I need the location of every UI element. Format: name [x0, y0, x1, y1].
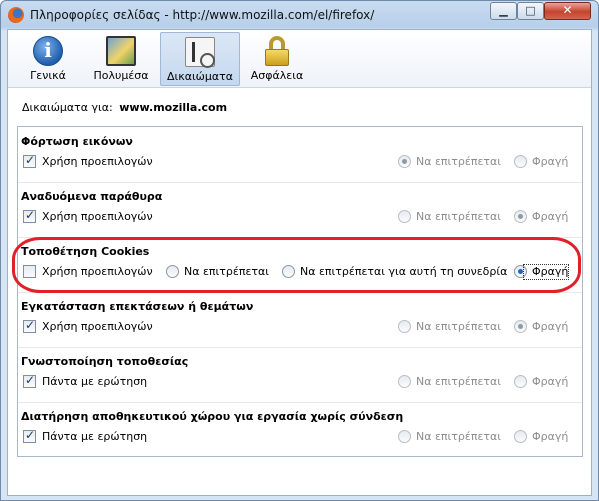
tab-permissions[interactable]: Δικαιώματα [160, 32, 240, 86]
tab-media[interactable]: Πολυμέσα [86, 32, 156, 86]
radio-allow[interactable] [398, 210, 411, 223]
lock-icon [262, 36, 292, 66]
radio-allow[interactable] [398, 430, 411, 443]
section-title: Αναδυόμενα παράθυρα [21, 190, 163, 203]
section-install-addons: Εγκατάσταση επεκτάσεων ή θεμάτων Χρήση π… [18, 292, 582, 347]
use-default-checkbox[interactable] [23, 153, 36, 168]
section-title: Εγκατάσταση επεκτάσεων ή θεμάτων [21, 300, 254, 313]
radio-allow[interactable] [166, 265, 179, 278]
section-title: Τοποθέτηση Cookies [21, 245, 150, 258]
section-divider [18, 182, 582, 183]
section-popups: Αναδυόμενα παράθυρα Χρήση προεπιλογών Να… [18, 182, 582, 237]
radio-block[interactable] [514, 210, 527, 223]
window-title: Πληροφορίες σελίδας - http://www.mozilla… [30, 8, 375, 22]
always-ask-checkbox[interactable] [23, 428, 36, 443]
section-divider [18, 237, 582, 238]
section-offline-storage: Διατήρηση αποθηκευτικού χώρου για εργασί… [18, 402, 582, 456]
section-controls: Χρήση προεπιλογών Να επιτρέπεται Φραγή [23, 208, 578, 226]
section-divider [18, 402, 582, 403]
permissions-icon [185, 37, 215, 68]
media-icon [106, 36, 136, 66]
section-controls: Χρήση προεπιλογών Να επιτρέπεται Φραγή [23, 318, 578, 336]
permissions-for-label: Δικαιώματα για: [22, 101, 113, 114]
section-cookies: Τοποθέτηση Cookies Χρήση προεπιλογών Να … [18, 237, 582, 292]
radio-block-label: Φραγή [532, 155, 569, 168]
radio-block[interactable] [514, 155, 527, 168]
radio-allow-label: Να επιτρέπεται [416, 320, 501, 333]
permissions-list: Φόρτωση εικόνων Χρήση προεπιλογών Να επι… [17, 126, 583, 457]
use-default-checkbox[interactable] [23, 318, 36, 333]
radio-block-label: Φραγή [532, 375, 569, 388]
info-icon: i [33, 36, 63, 66]
radio-block[interactable] [514, 265, 527, 278]
maximize-button[interactable]: □ [517, 2, 544, 20]
section-controls: Χρήση προεπιλογών Να επιτρέπεται Φραγή [23, 153, 578, 171]
tab-security-label: Ασφάλεια [250, 69, 304, 82]
radio-block-label: Φραγή [532, 265, 569, 278]
tab-general-label: Γενικά [30, 69, 66, 82]
radio-block-label: Φραγή [532, 430, 569, 443]
section-controls: Πάντα με ερώτηση Να επιτρέπεται Φραγή [23, 428, 578, 446]
radio-allow[interactable] [398, 320, 411, 333]
radio-block[interactable] [514, 320, 527, 333]
title-bar: Πληροφορίες σελίδας - http://www.mozilla… [1, 1, 598, 29]
radio-block[interactable] [514, 430, 527, 443]
permissions-for-header: Δικαιώματα για: www.mozilla.com [22, 101, 227, 114]
radio-allow-session-label: Να επιτρέπεται για αυτή τη συνεδρία [300, 265, 508, 278]
section-divider [18, 292, 582, 293]
checkbox-label: Χρήση προεπιλογών [42, 155, 153, 168]
radio-block-label: Φραγή [532, 320, 569, 333]
page-info-window: Πληροφορίες σελίδας - http://www.mozilla… [0, 0, 599, 501]
tab-security[interactable]: Ασφάλεια [244, 32, 310, 86]
minimize-button[interactable]: ▁ [490, 2, 517, 20]
maximize-icon: □ [525, 4, 536, 17]
category-toolbar: i Γενικά Πολυμέσα Δικαιώματα Ασφάλεια [8, 30, 591, 88]
section-controls: Πάντα με ερώτηση Να επιτρέπεται Φραγή [23, 373, 578, 391]
section-title: Φόρτωση εικόνων [21, 135, 133, 148]
section-title: Διατήρηση αποθηκευτικού χώρου για εργασί… [21, 410, 404, 423]
radio-allow-label: Να επιτρέπεται [416, 430, 501, 443]
radio-allow-session[interactable] [282, 265, 295, 278]
use-default-checkbox[interactable] [23, 208, 36, 223]
minimize-icon: ▁ [499, 4, 508, 17]
radio-block-label: Φραγή [532, 210, 569, 223]
checkbox-label: Χρήση προεπιλογών [42, 265, 153, 278]
section-divider [18, 347, 582, 348]
radio-allow[interactable] [398, 375, 411, 388]
use-default-checkbox[interactable] [23, 265, 36, 278]
radio-allow-label: Να επιτρέπεται [184, 265, 269, 278]
tab-general[interactable]: i Γενικά [22, 32, 74, 86]
close-icon: ✕ [562, 3, 573, 17]
radio-allow[interactable] [398, 155, 411, 168]
section-controls: Χρήση προεπιλογών Να επιτρέπεται Να επιτ… [23, 264, 578, 281]
close-button[interactable]: ✕ [544, 2, 591, 20]
tab-media-label: Πολυμέσα [93, 69, 149, 82]
checkbox-label: Πάντα με ερώτηση [42, 430, 148, 443]
radio-allow-label: Να επιτρέπεται [416, 375, 501, 388]
always-ask-checkbox[interactable] [23, 373, 36, 388]
checkbox-label: Χρήση προεπιλογών [42, 320, 153, 333]
radio-allow-label: Να επιτρέπεται [416, 155, 501, 168]
checkbox-label: Χρήση προεπιλογών [42, 210, 153, 223]
checkbox-label: Πάντα με ερώτηση [42, 375, 148, 388]
radio-allow-label: Να επιτρέπεται [416, 210, 501, 223]
dialog-client-area: i Γενικά Πολυμέσα Δικαιώματα Ασφάλεια Δι… [7, 29, 592, 496]
tab-permissions-label: Δικαιώματα [166, 70, 234, 83]
radio-block[interactable] [514, 375, 527, 388]
section-share-location: Γνωστοποίηση τοποθεσίας Πάντα με ερώτηση… [18, 347, 582, 402]
section-title: Γνωστοποίηση τοποθεσίας [21, 355, 189, 368]
section-load-images: Φόρτωση εικόνων Χρήση προεπιλογών Να επι… [18, 127, 582, 182]
firefox-icon [8, 7, 24, 23]
permissions-site: www.mozilla.com [119, 101, 228, 114]
